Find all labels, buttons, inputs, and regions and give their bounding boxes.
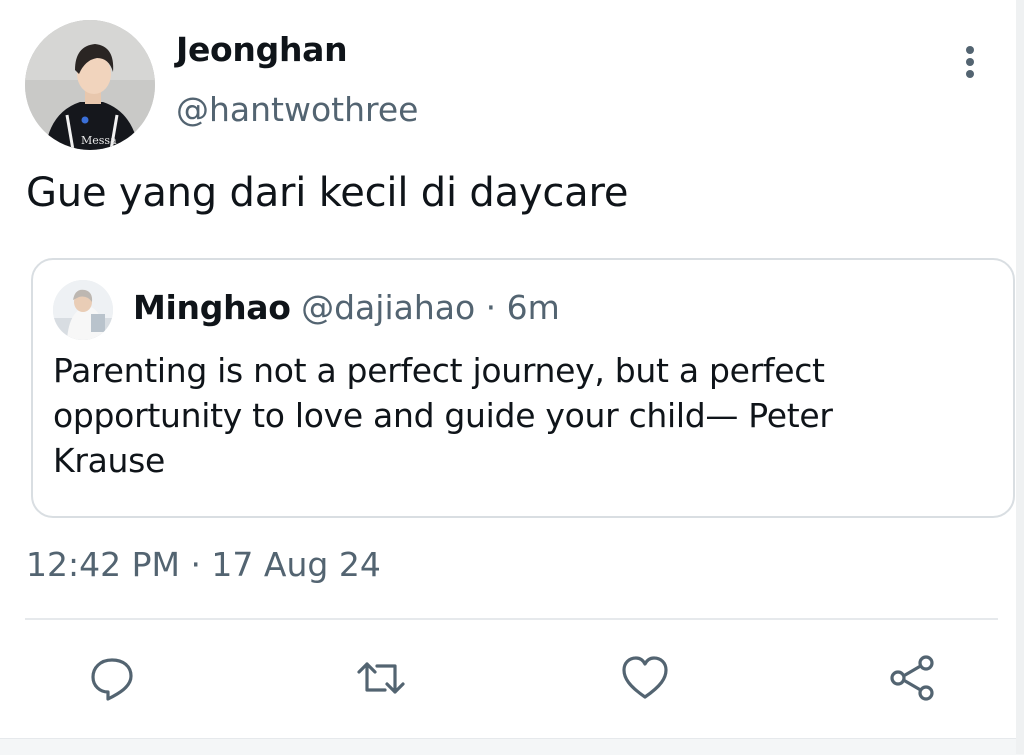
avatar-photo: Messa	[25, 20, 155, 150]
more-vertical-icon[interactable]	[955, 42, 985, 82]
like-button[interactable]	[615, 650, 675, 706]
scroll-edge	[1016, 0, 1024, 754]
author-avatar[interactable]: Messa	[25, 20, 155, 150]
share-button[interactable]	[882, 650, 942, 706]
quoted-author-handle[interactable]: @dajiahao	[301, 288, 475, 327]
separator-dot: ·	[485, 288, 497, 327]
share-icon	[890, 655, 934, 701]
tweet-timestamp[interactable]: 12:42 PM · 17 Aug 24	[26, 545, 381, 584]
quoted-avatar-photo	[53, 280, 113, 340]
quoted-tweet-card[interactable]: Minghao @dajiahao · 6m Parenting is not …	[31, 258, 1015, 518]
retweet-button[interactable]	[351, 650, 411, 706]
retweet-icon	[357, 662, 405, 694]
quoted-tweet-time: 6m	[506, 288, 560, 327]
quoted-tweet-text: Parenting is not a perfect journey, but …	[53, 351, 833, 480]
svg-text:Messa: Messa	[81, 134, 117, 147]
bottom-separator	[0, 738, 1024, 755]
tweet-text: Gue yang dari kecil di daycare	[26, 170, 629, 216]
author-display-name[interactable]: Jeonghan	[176, 30, 348, 69]
reply-button[interactable]	[82, 650, 142, 706]
quoted-author-avatar[interactable]	[53, 280, 113, 340]
quoted-author-display-name[interactable]: Minghao	[133, 288, 291, 327]
author-handle[interactable]: @hantwothree	[176, 90, 418, 129]
heart-icon	[622, 656, 668, 699]
divider	[25, 618, 998, 620]
reply-icon	[91, 658, 133, 701]
quoted-tweet-header: Minghao @dajiahao · 6m	[133, 288, 560, 327]
